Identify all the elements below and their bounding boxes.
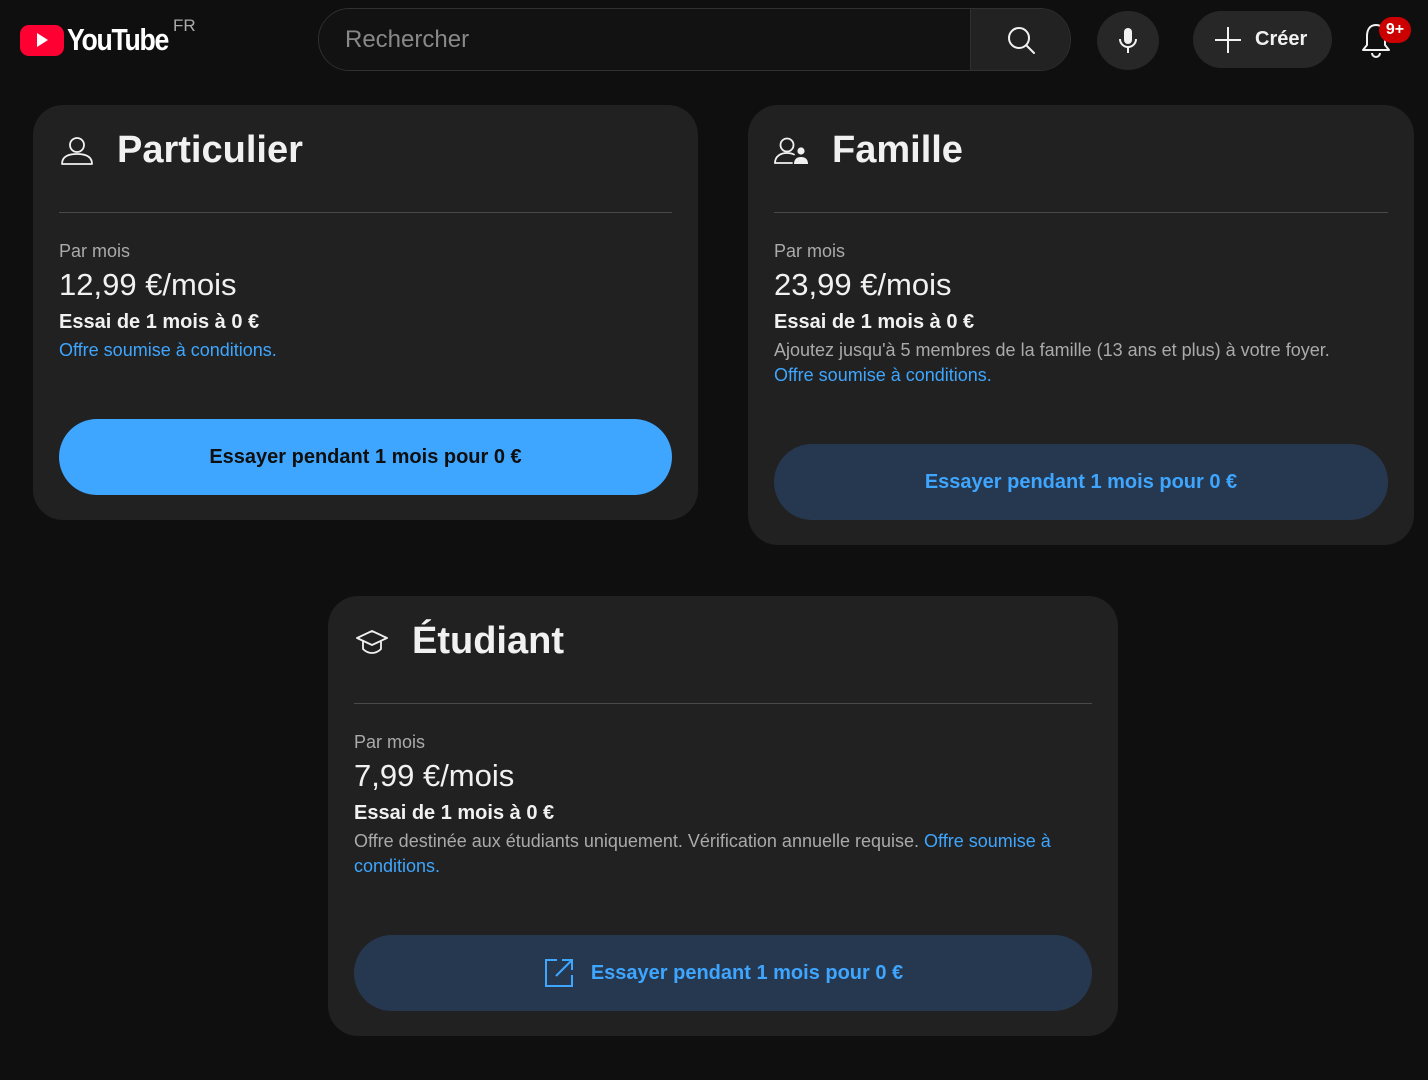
trial-text: Essai de 1 mois à 0 € bbox=[774, 311, 975, 333]
plan-card-individual: Particulier Par mois 12,99 €/mois Essai … bbox=[33, 105, 698, 520]
divider bbox=[354, 703, 1092, 704]
divider bbox=[774, 212, 1388, 213]
plan-price: 7,99 €/mois bbox=[354, 758, 515, 793]
cta-label: Essayer pendant 1 mois pour 0 € bbox=[209, 445, 522, 468]
try-individual-button[interactable]: Essayer pendant 1 mois pour 0 € bbox=[59, 419, 672, 495]
period-label: Par mois bbox=[354, 732, 426, 752]
try-family-button[interactable]: Essayer pendant 1 mois pour 0 € bbox=[774, 444, 1388, 520]
divider bbox=[59, 212, 672, 213]
voice-search-button[interactable] bbox=[1097, 11, 1159, 70]
trial-text: Essai de 1 mois à 0 € bbox=[354, 802, 555, 824]
cta-label: Essayer pendant 1 mois pour 0 € bbox=[590, 961, 904, 984]
person-icon bbox=[59, 133, 95, 169]
period-label: Par mois bbox=[59, 241, 131, 261]
create-label: Créer bbox=[1255, 28, 1308, 50]
youtube-play-icon bbox=[20, 24, 64, 56]
search-input[interactable] bbox=[319, 9, 970, 70]
youtube-logo[interactable]: YouTube bbox=[20, 22, 185, 58]
plus-icon bbox=[1215, 26, 1241, 53]
plan-title: Particulier bbox=[117, 129, 303, 171]
try-student-button[interactable]: Essayer pendant 1 mois pour 0 € bbox=[354, 935, 1092, 1011]
create-button[interactable]: Créer bbox=[1193, 11, 1332, 68]
description-text: Ajoutez jusqu'à 5 membres de la famille … bbox=[774, 340, 1330, 360]
trial-text: Essai de 1 mois à 0 € bbox=[59, 311, 260, 333]
logo-text: YouTube bbox=[67, 22, 169, 57]
plan-card-student: Étudiant Par mois 7,99 €/mois Essai de 1… bbox=[328, 596, 1118, 1036]
plan-title: Famille bbox=[832, 129, 963, 171]
plan-price: 23,99 €/mois bbox=[774, 267, 952, 302]
plan-price: 12,99 €/mois bbox=[59, 267, 237, 302]
plan-description: Ajoutez jusqu'à 5 membres de la famille … bbox=[774, 338, 1388, 388]
search-bar bbox=[318, 8, 1071, 71]
period-label: Par mois bbox=[774, 241, 846, 261]
search-icon bbox=[1007, 26, 1035, 54]
plan-card-family: Famille Par mois 23,99 €/mois Essai de 1… bbox=[748, 105, 1414, 545]
description-text: Offre destinée aux étudiants uniquement.… bbox=[354, 831, 920, 851]
top-bar: YouTube FR Créer 9+ bbox=[0, 0, 1428, 80]
graduation-cap-icon bbox=[354, 624, 390, 660]
cta-label: Essayer pendant 1 mois pour 0 € bbox=[924, 470, 1238, 493]
family-icon bbox=[774, 133, 810, 169]
microphone-icon bbox=[1119, 27, 1137, 53]
plan-title: Étudiant bbox=[412, 620, 564, 662]
conditions-link[interactable]: Offre soumise à conditions. bbox=[774, 365, 992, 385]
country-code: FR bbox=[173, 16, 196, 35]
plan-description: Offre destinée aux étudiants uniquement.… bbox=[354, 829, 1092, 879]
open-external-icon bbox=[543, 957, 575, 989]
plan-description: Offre soumise à conditions. bbox=[59, 338, 672, 363]
search-button[interactable] bbox=[970, 9, 1070, 70]
notifications-badge: 9+ bbox=[1379, 17, 1411, 43]
conditions-link[interactable]: Offre soumise à conditions. bbox=[59, 340, 277, 360]
